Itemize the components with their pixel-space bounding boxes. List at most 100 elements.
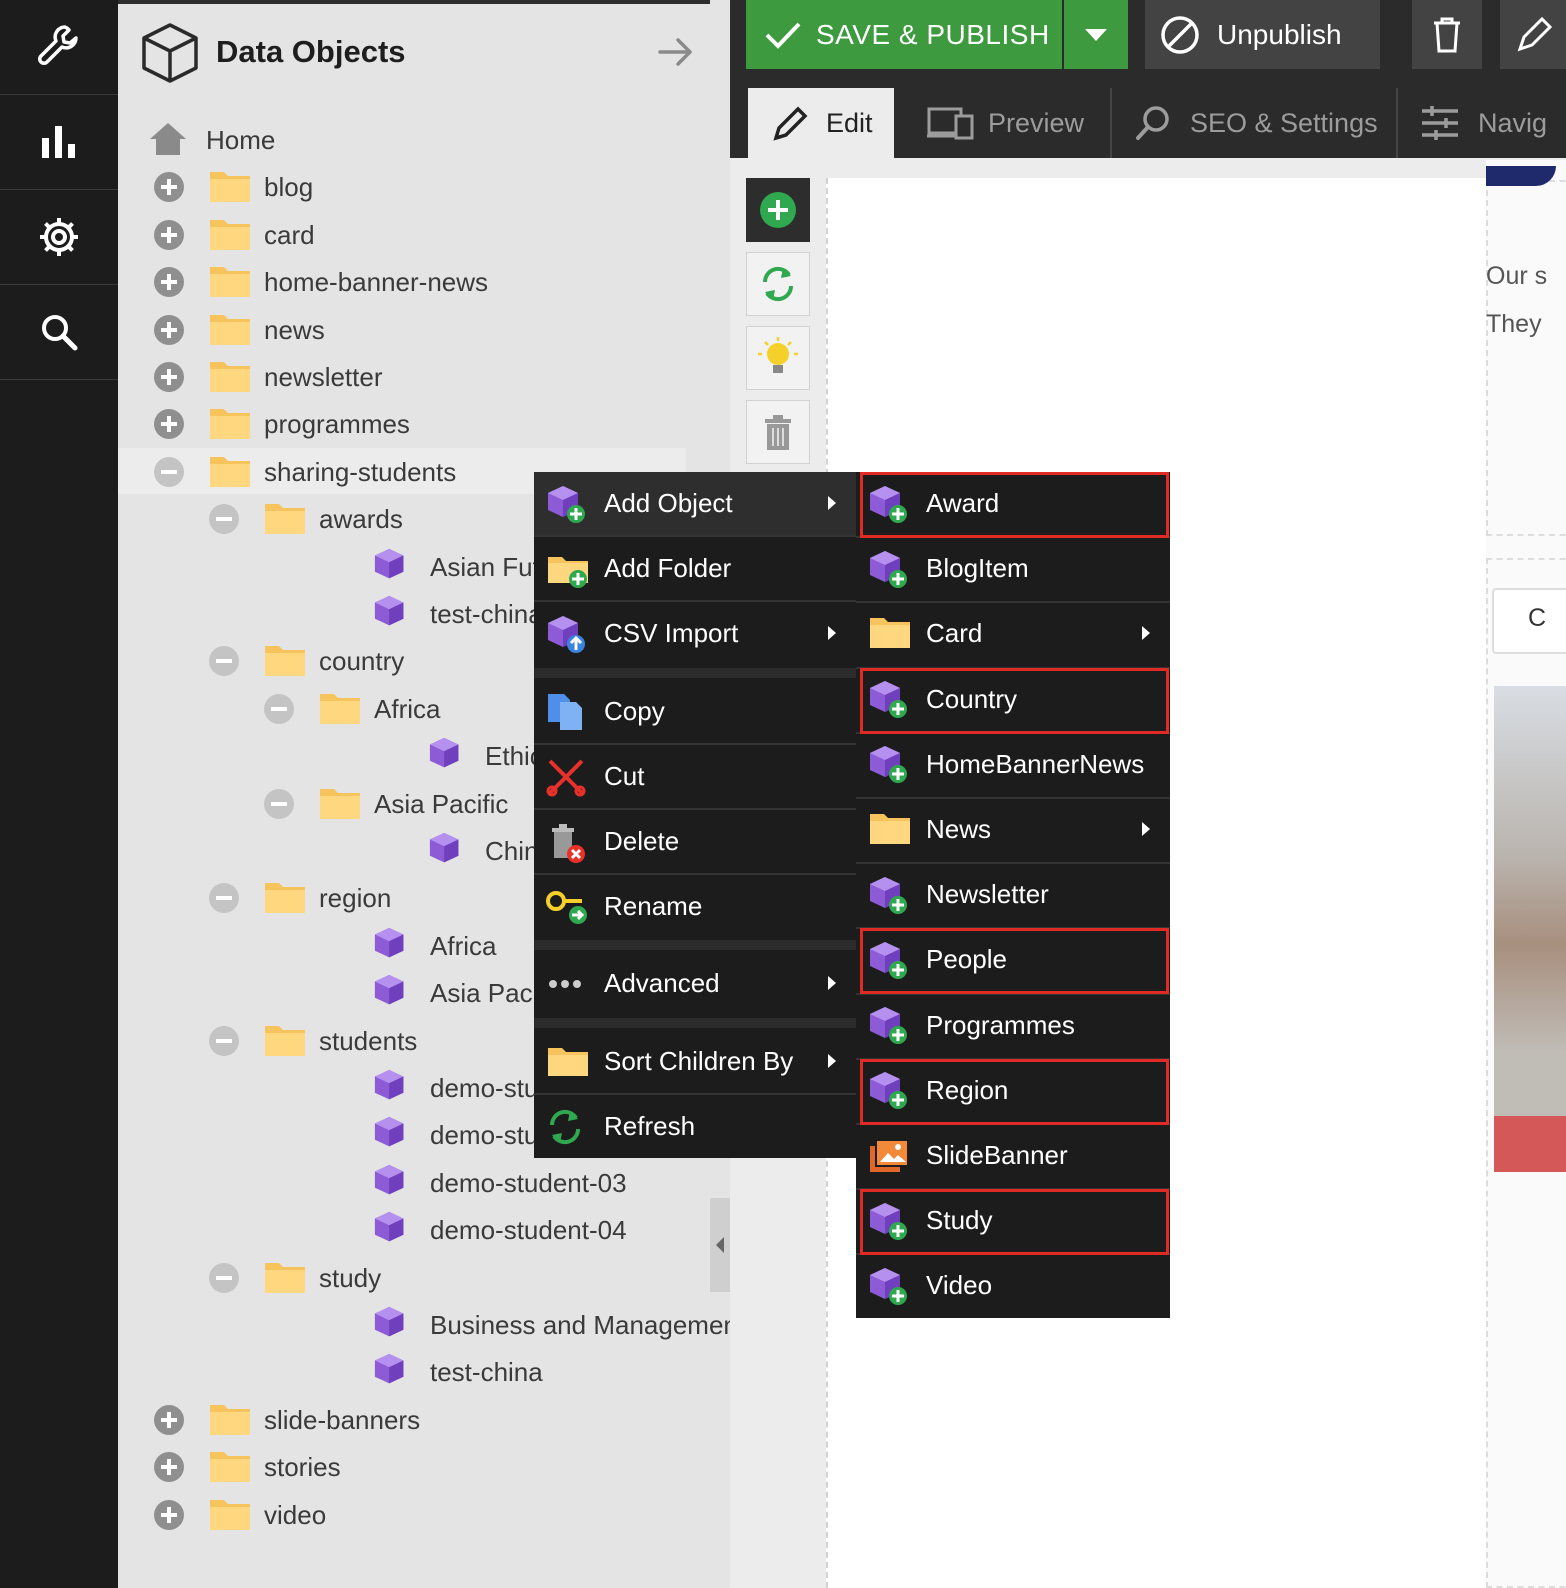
tab-seo-settings[interactable]: SEO & Settings bbox=[1134, 88, 1378, 158]
unpublish-button[interactable]: Unpublish bbox=[1145, 0, 1380, 69]
menu-item-cut[interactable]: Cut bbox=[534, 745, 856, 808]
expand-icon[interactable] bbox=[154, 362, 184, 392]
expand-icon[interactable] bbox=[154, 172, 184, 203]
hints-button[interactable] bbox=[746, 326, 810, 390]
submenu-item-study[interactable]: Study bbox=[856, 1189, 1170, 1252]
expand-icon[interactable] bbox=[154, 314, 184, 345]
tree-item[interactable]: Business and Management bbox=[118, 1301, 745, 1347]
rail-settings-button[interactable] bbox=[0, 190, 118, 285]
folder-icon bbox=[208, 263, 252, 299]
expand-icon[interactable] bbox=[154, 267, 184, 298]
menu-item-csv-import[interactable]: CSV Import bbox=[534, 602, 856, 665]
tree-item[interactable]: news bbox=[118, 306, 730, 352]
menu-label: CSV Import bbox=[604, 618, 739, 648]
trash-tool-button[interactable] bbox=[746, 400, 810, 464]
submenu-item-country[interactable]: Country bbox=[856, 668, 1170, 731]
tree-item[interactable]: study bbox=[118, 1254, 730, 1300]
menu-item-add-folder[interactable]: Add Folder bbox=[534, 537, 856, 600]
tree-item[interactable]: video bbox=[118, 1491, 730, 1537]
rail-search-button[interactable] bbox=[0, 285, 118, 380]
rail-reports-button[interactable] bbox=[0, 95, 118, 190]
refresh-icon bbox=[759, 264, 797, 304]
menu-separator bbox=[534, 668, 856, 678]
submenu-item-news[interactable]: News bbox=[856, 798, 1170, 861]
object-cube-icon bbox=[373, 1163, 417, 1199]
panel-header: Data Objects bbox=[118, 4, 730, 96]
rename-button[interactable] bbox=[1500, 0, 1566, 69]
tree-item[interactable]: test-china bbox=[118, 1348, 730, 1394]
panel-splitter-handle[interactable] bbox=[710, 1198, 730, 1292]
collapse-icon[interactable] bbox=[209, 883, 239, 914]
tree-item[interactable]: Home bbox=[118, 116, 730, 162]
submenu-item-video[interactable]: Video bbox=[856, 1254, 1170, 1317]
expand-icon[interactable] bbox=[154, 1452, 184, 1483]
tree-item[interactable]: blog bbox=[118, 163, 730, 209]
tab-navigation[interactable]: Navig bbox=[1420, 88, 1547, 158]
arrow-right-icon[interactable] bbox=[656, 34, 696, 70]
lightbulb-icon bbox=[758, 336, 798, 380]
content-input-field[interactable]: C bbox=[1492, 588, 1566, 654]
collapse-icon[interactable] bbox=[154, 456, 184, 487]
collapse-icon[interactable] bbox=[264, 693, 294, 724]
collapse-icon[interactable] bbox=[209, 646, 239, 677]
menu-label: Refresh bbox=[604, 1111, 696, 1141]
menu-item-delete[interactable]: Delete bbox=[534, 810, 856, 873]
add-content-button[interactable] bbox=[746, 178, 810, 242]
tree-item[interactable]: card bbox=[118, 211, 730, 257]
collapse-icon[interactable] bbox=[209, 504, 239, 535]
caret-right-icon bbox=[1140, 624, 1152, 642]
reload-button[interactable] bbox=[746, 252, 810, 316]
tree-item[interactable]: newsletter bbox=[118, 353, 730, 399]
tree-item-label: Business and Management bbox=[430, 1310, 746, 1340]
menu-item-copy[interactable]: Copy bbox=[534, 680, 856, 743]
menu-item-refresh[interactable]: Refresh bbox=[534, 1095, 856, 1158]
collapse-icon[interactable] bbox=[264, 788, 294, 819]
tree-item[interactable]: demo-student-03 bbox=[118, 1159, 730, 1205]
collapse-icon[interactable] bbox=[209, 1025, 239, 1056]
save-options-dropdown[interactable] bbox=[1064, 0, 1128, 69]
expand-icon[interactable] bbox=[154, 409, 184, 440]
ellipsis-icon bbox=[546, 964, 586, 1004]
tab-preview[interactable]: Preview bbox=[926, 88, 1084, 158]
menu-separator bbox=[534, 1018, 856, 1028]
submenu-item-blogitem[interactable]: BlogItem bbox=[856, 537, 1170, 600]
caret-right-icon bbox=[826, 494, 838, 512]
object-cube-icon bbox=[373, 1352, 417, 1388]
rename-key-icon bbox=[546, 887, 587, 927]
save-publish-button[interactable]: SAVE & PUBLISH bbox=[746, 0, 1062, 69]
tree-item[interactable]: home-banner-news bbox=[118, 258, 730, 304]
submenu-item-homebannernews[interactable]: HomeBannerNews bbox=[856, 733, 1170, 796]
tree-item[interactable]: demo-student-04 bbox=[118, 1206, 730, 1252]
submenu-item-newsletter[interactable]: Newsletter bbox=[856, 863, 1170, 926]
sliders-icon bbox=[1420, 105, 1460, 141]
collapse-icon[interactable] bbox=[209, 1262, 239, 1293]
expand-icon[interactable] bbox=[154, 1499, 184, 1530]
menu-label: Delete bbox=[604, 826, 680, 856]
tree-item[interactable]: slide-banners bbox=[118, 1396, 730, 1442]
object-cube-icon bbox=[428, 831, 472, 867]
tree-item[interactable]: programmes bbox=[118, 400, 730, 446]
submenu-item-slidebanner[interactable]: SlideBanner bbox=[856, 1124, 1170, 1187]
add-object-icon bbox=[868, 1070, 908, 1110]
menu-item-rename[interactable]: Rename bbox=[534, 875, 856, 938]
submenu-item-people[interactable]: People bbox=[856, 928, 1170, 991]
menu-label: Sort Children By bbox=[604, 1046, 794, 1076]
cube-outline-icon bbox=[140, 22, 200, 84]
add-object-icon bbox=[868, 1266, 908, 1306]
add-object-icon bbox=[868, 549, 908, 589]
expand-icon[interactable] bbox=[154, 219, 184, 250]
copy-icon bbox=[546, 692, 586, 732]
menu-item-advanced[interactable]: Advanced bbox=[534, 952, 856, 1015]
submenu-item-programmes[interactable]: Programmes bbox=[856, 994, 1170, 1057]
submenu-item-award[interactable]: Award bbox=[856, 472, 1170, 535]
delete-button[interactable] bbox=[1412, 0, 1482, 69]
tab-divider bbox=[1396, 88, 1398, 158]
tree-item[interactable]: stories bbox=[118, 1443, 730, 1489]
rail-tools-button[interactable] bbox=[0, 0, 118, 95]
expand-icon[interactable] bbox=[154, 1404, 184, 1435]
menu-item-sort-children[interactable]: Sort Children By bbox=[534, 1030, 856, 1093]
submenu-item-card[interactable]: Card bbox=[856, 602, 1170, 665]
menu-item-add-object[interactable]: Add Object bbox=[534, 472, 856, 535]
tab-edit[interactable]: Edit bbox=[748, 88, 894, 158]
submenu-item-region[interactable]: Region bbox=[856, 1059, 1170, 1122]
